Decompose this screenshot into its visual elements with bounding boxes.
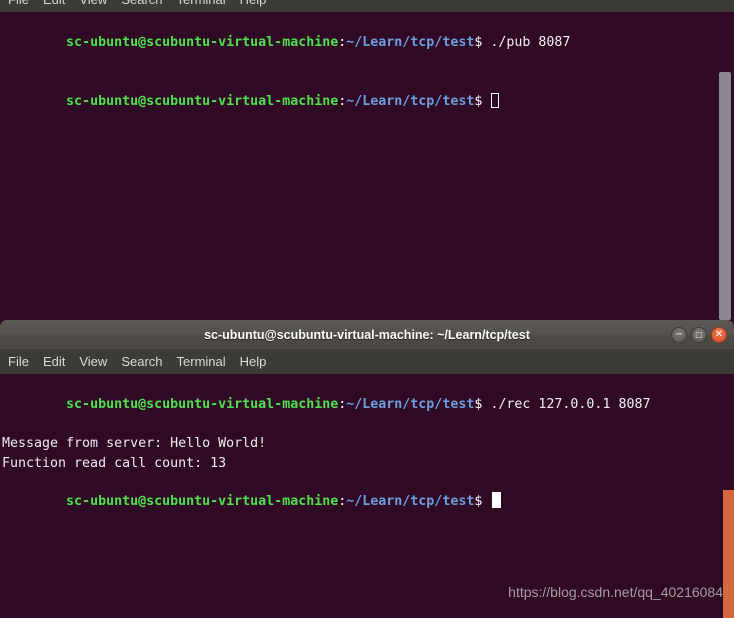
prompt-user: sc-ubuntu@scubuntu-virtual-machine xyxy=(66,93,339,109)
prompt-path: ~/Learn/tcp/test xyxy=(346,494,475,510)
minimize-button[interactable]: − xyxy=(671,326,687,343)
window-titlebar[interactable]: sc-ubuntu@scubuntu-virtual-machine: ~/Le… xyxy=(0,320,734,349)
terminal-line: sc-ubuntu@scubuntu-virtual-machine:~/Lea… xyxy=(2,376,734,434)
text-cursor-inactive xyxy=(491,92,500,108)
prompt-command xyxy=(482,94,490,109)
prompt-command: ./pub 8087 xyxy=(482,35,571,51)
prompt-user: sc-ubuntu@scubuntu-virtual-machine xyxy=(66,494,339,510)
terminal-line: sc-ubuntu@scubuntu-virtual-machine:~/Lea… xyxy=(2,14,712,72)
menu-item-file[interactable]: File xyxy=(8,0,29,12)
window-controls: − □ ✕ xyxy=(671,326,727,343)
front-window-menubar: File Edit View Search Terminal Help xyxy=(0,349,734,374)
receiver-terminal-window[interactable]: sc-ubuntu@scubuntu-virtual-machine: ~/Le… xyxy=(0,320,734,618)
menu-item-terminal[interactable]: Terminal xyxy=(177,0,226,12)
menu-item-help[interactable]: Help xyxy=(240,354,267,369)
menu-item-view[interactable]: View xyxy=(79,354,107,369)
prompt-user: sc-ubuntu@scubuntu-virtual-machine xyxy=(66,397,339,413)
back-terminal-scrollbar[interactable] xyxy=(712,12,734,320)
menu-item-search[interactable]: Search xyxy=(121,0,162,12)
prompt-user: sc-ubuntu@scubuntu-virtual-machine xyxy=(66,35,339,51)
watermark-url: https://blog.csdn.net/qq_40216084 xyxy=(508,584,723,600)
prompt-path: ~/Learn/tcp/test xyxy=(346,93,475,109)
maximize-button[interactable]: □ xyxy=(691,326,707,343)
terminal-output-line: Message from server: Hello World! xyxy=(2,436,267,452)
back-window-menubar: File Edit View Search Terminal Help xyxy=(0,0,734,12)
window-title: sc-ubuntu@scubuntu-virtual-machine: ~/Le… xyxy=(204,327,530,342)
prompt-path: ~/Learn/tcp/test xyxy=(346,35,475,51)
prompt-command: ./rec 127.0.0.1 8087 xyxy=(482,397,651,413)
receiver-terminal-output[interactable]: sc-ubuntu@scubuntu-virtual-machine:~/Lea… xyxy=(0,374,734,618)
menu-item-terminal[interactable]: Terminal xyxy=(177,354,226,369)
publisher-terminal-output[interactable]: sc-ubuntu@scubuntu-virtual-machine:~/Lea… xyxy=(0,12,712,320)
close-icon: ✕ xyxy=(714,328,724,340)
terminal-line: sc-ubuntu@scubuntu-virtual-machine:~/Lea… xyxy=(2,473,734,531)
terminal-output-line: Function read call count: 13 xyxy=(2,455,227,471)
prompt-command xyxy=(482,494,490,509)
menu-item-help[interactable]: Help xyxy=(240,0,267,12)
minimize-icon: − xyxy=(674,328,684,340)
menu-item-search[interactable]: Search xyxy=(121,354,162,369)
back-terminal-scrollbar-thumb[interactable] xyxy=(719,72,731,320)
screen: File Edit View Search Terminal Help sc-u… xyxy=(0,0,734,618)
menu-item-file[interactable]: File xyxy=(8,354,29,369)
menu-item-edit[interactable]: Edit xyxy=(43,0,65,12)
publisher-terminal-window[interactable]: File Edit View Search Terminal Help sc-u… xyxy=(0,0,734,320)
terminal-line: sc-ubuntu@scubuntu-virtual-machine:~/Lea… xyxy=(2,72,712,130)
menu-item-view[interactable]: View xyxy=(79,0,107,12)
prompt-path: ~/Learn/tcp/test xyxy=(346,397,475,413)
front-terminal-scrollbar-thumb[interactable] xyxy=(723,490,734,618)
maximize-icon: □ xyxy=(695,329,703,339)
menu-item-edit[interactable]: Edit xyxy=(43,354,65,369)
close-button[interactable]: ✕ xyxy=(711,326,727,343)
text-cursor-active xyxy=(492,492,502,509)
